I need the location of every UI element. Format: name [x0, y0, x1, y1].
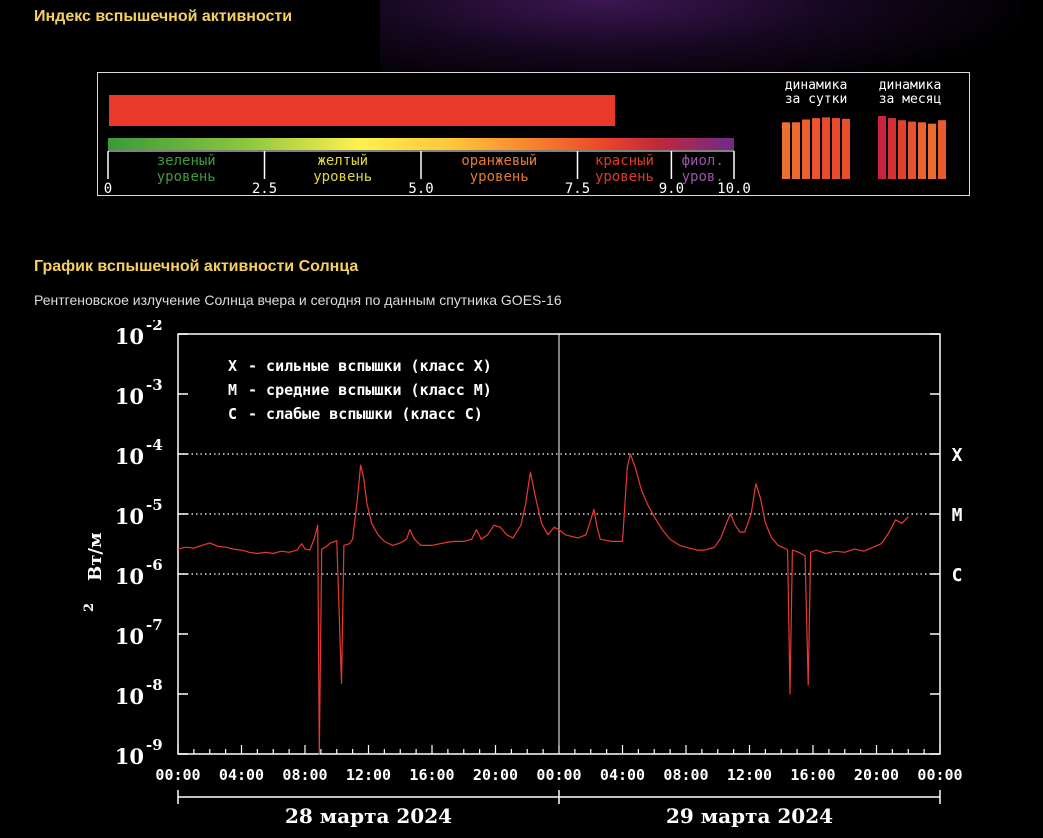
legend-text: - сильные вспышки (класс X) [248, 357, 492, 375]
y-tick-label-base: 10 [115, 624, 144, 649]
dynamics-month-bar [908, 121, 916, 179]
xray-chart: X M C 10 -2 10 -3 10 -4 10 -5 10 -6 10 -7 10 -8 10 -9 00:00… [0, 320, 1043, 838]
dynamics-month-bar [888, 118, 896, 179]
scale-tick-label: 5.0 [408, 181, 433, 195]
class-level-label: M [952, 505, 963, 526]
level-label-line1: желтый [317, 153, 368, 169]
y-axis-label-superscript: 2 [82, 603, 97, 612]
y-tick-label-exponent: -9 [146, 736, 163, 754]
x-tick-label: 12:00 [727, 766, 772, 784]
y-tick-label-base: 10 [115, 684, 144, 709]
x-tick-label: 08:00 [282, 766, 327, 784]
y-tick-label-exponent: -3 [146, 376, 163, 394]
dynamics-month-bar [918, 122, 926, 179]
class-level-label: X [952, 445, 963, 466]
flare-index-panel: 0 2.5 5.0 7.5 9.0 10.0 зеленый уровень желтый уро… [97, 72, 970, 196]
scale-tick-label: 0 [104, 181, 112, 195]
level-label-line1: фиол. [682, 153, 724, 169]
level-label-line2: уровень [313, 169, 372, 185]
dynamics-day-heading-line2: за сутки [785, 92, 848, 107]
x-tick-label: 08:00 [663, 766, 708, 784]
y-tick-label-exponent: -8 [146, 676, 163, 694]
xray-chart-subtitle: Рентгеновское излучение Солнца вчера и с… [34, 292, 562, 308]
x-tick-label: 00:00 [917, 766, 962, 784]
date-label: 28 марта 2024 [285, 804, 452, 828]
x-tick-label: 16:00 [409, 766, 454, 784]
x-tick-label: 20:00 [854, 766, 899, 784]
flare-index-title: Индекс вспышечной активности [34, 8, 293, 25]
index-value-bar [109, 95, 616, 126]
x-tick-label: 04:00 [600, 766, 645, 784]
legend-key: M [228, 381, 237, 399]
y-tick-label-exponent: -6 [146, 556, 163, 574]
xray-chart-title: График вспышечной активности Солнца [34, 258, 359, 275]
scale-tick-label: 9.0 [659, 181, 684, 195]
level-label-line2: уровень [157, 169, 216, 185]
dynamics-day-heading-line1: динамика [785, 78, 848, 93]
x-tick-label: 20:00 [473, 766, 518, 784]
flare-index-graphic: 0 2.5 5.0 7.5 9.0 10.0зеленыйуровеньжелтыйуро… [104, 78, 946, 195]
x-tick-label: 12:00 [346, 766, 391, 784]
dynamics-day-bar [802, 119, 810, 179]
dynamics-month-bar [938, 120, 946, 179]
x-tick-label: 04:00 [219, 766, 264, 784]
y-tick-label-base: 10 [115, 384, 144, 409]
y-tick-label-base: 10 [115, 564, 144, 589]
dynamics-month-heading-line2: за месяц [879, 92, 942, 107]
xray-chart-svg: XMC10 -210 -310 -410 -510 -610 -710 -810 -900:00… [82, 320, 963, 828]
level-label-line1: оранжевый [461, 153, 537, 169]
dynamics-month-bar [898, 120, 906, 179]
y-tick-label-base: 10 [115, 444, 144, 469]
y-tick-label-exponent: -5 [146, 496, 163, 514]
x-tick-label: 00:00 [536, 766, 581, 784]
dynamics-month-bar [928, 123, 936, 179]
index-scale-gradient [108, 138, 734, 150]
dynamics-month-bar [878, 116, 886, 179]
y-tick-label-exponent: -7 [146, 616, 163, 634]
legend-key: C [228, 405, 237, 423]
dynamics-day-bar [842, 118, 850, 179]
x-tick-label: 00:00 [155, 766, 200, 784]
level-label-line2: уров. [682, 169, 724, 185]
xray-flux-series-line [177, 453, 909, 755]
dynamics-day-bar [812, 118, 820, 179]
dynamics-month-heading-line1: динамика [879, 78, 942, 93]
y-tick-label-base: 10 [115, 744, 144, 769]
y-axis-label: Вт/м [85, 532, 106, 581]
y-tick-label-exponent: -2 [146, 320, 163, 334]
dynamics-day-bar [822, 117, 830, 179]
legend-key: X [228, 357, 237, 375]
y-tick-label-base: 10 [115, 504, 144, 529]
class-level-label: C [952, 565, 963, 586]
legend-text: - средние вспышки (класс M) [248, 381, 492, 399]
dynamics-day-bar [782, 122, 790, 179]
level-label-line2: уровень [595, 169, 654, 185]
dynamics-day-bar [792, 122, 800, 179]
x-tick-label: 16:00 [790, 766, 835, 784]
level-label-line1: зеленый [157, 153, 216, 169]
date-label: 29 марта 2024 [666, 804, 833, 828]
level-label-line2: уровень [470, 169, 529, 185]
y-tick-label-exponent: -4 [146, 436, 163, 454]
y-tick-label-base: 10 [115, 324, 144, 349]
legend-text: - слабые вспышки (класс C) [248, 405, 483, 423]
scale-tick-label: 7.5 [565, 181, 590, 195]
dynamics-day-bar [832, 118, 840, 179]
scale-tick-label: 2.5 [252, 181, 277, 195]
level-label-line1: красный [595, 153, 654, 169]
